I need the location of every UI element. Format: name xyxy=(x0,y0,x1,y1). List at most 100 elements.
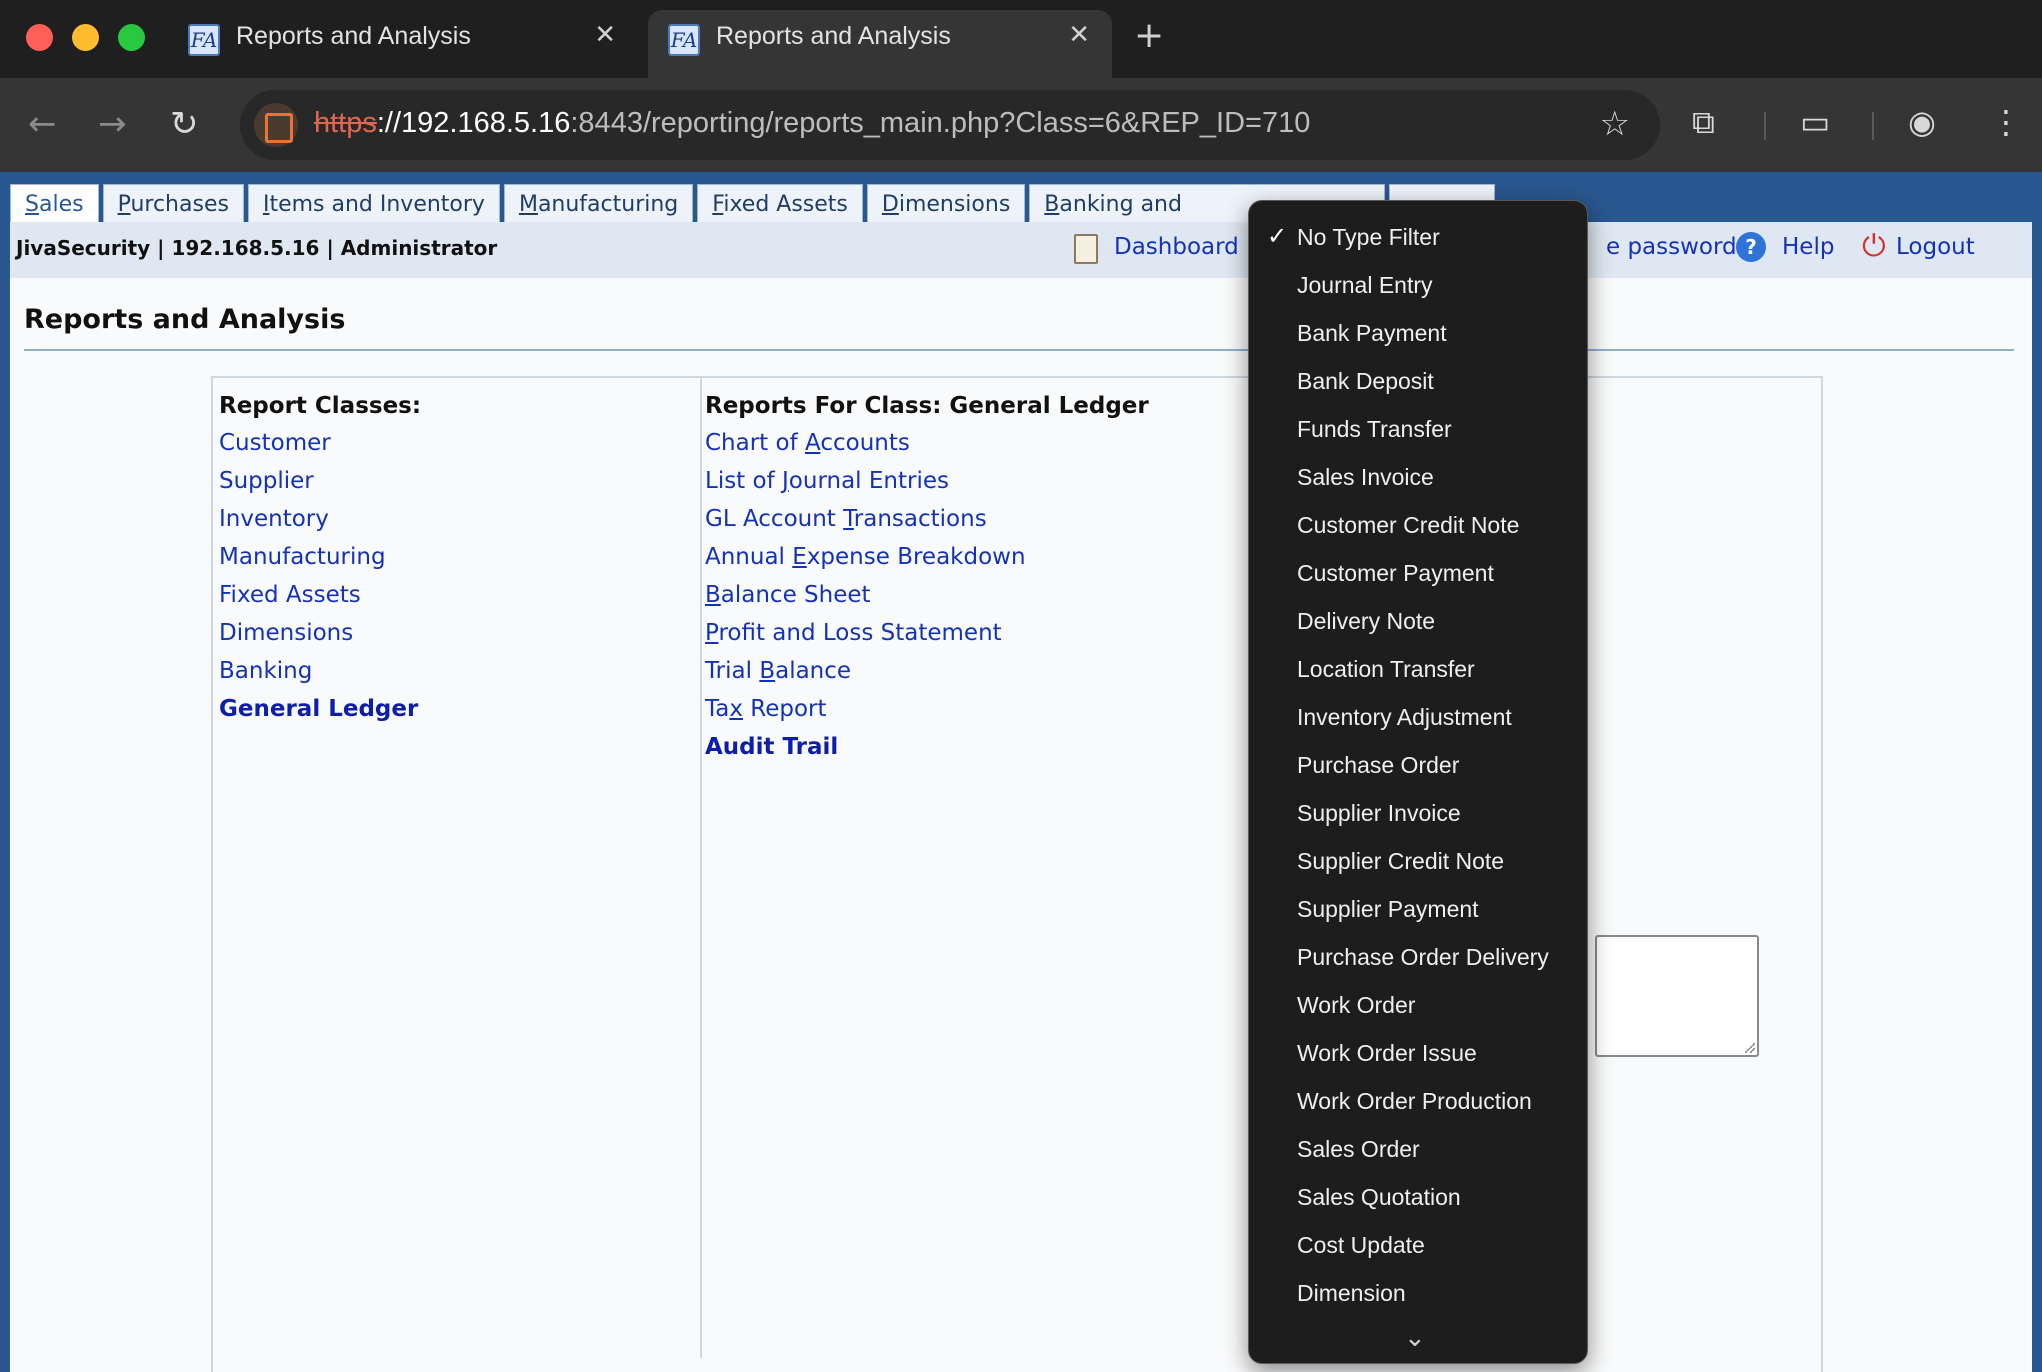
dropdown-option-label: Inventory Adjustment xyxy=(1297,704,1512,730)
dropdown-option-no-type-filter[interactable]: ✓ No Type Filter xyxy=(1249,213,1587,261)
dropdown-option-dimension[interactable]: Dimension xyxy=(1249,1269,1587,1317)
browser-tab-title: Reports and Analysis xyxy=(236,22,471,50)
browser-tab-title: Reports and Analysis xyxy=(716,22,951,50)
close-window-button[interactable] xyxy=(26,24,53,51)
dropdown-option-label: Work Order Production xyxy=(1297,1088,1532,1114)
dropdown-option-supplier-invoice[interactable]: Supplier Invoice xyxy=(1249,789,1587,837)
tab-dimensions[interactable]: Dimensions xyxy=(866,184,1026,224)
dropdown-option-bank-deposit[interactable]: Bank Deposit xyxy=(1249,357,1587,405)
maximize-window-button[interactable] xyxy=(118,24,145,51)
dashboard-link[interactable]: Dashboard xyxy=(1114,234,1239,260)
report-link-chart-of-accounts[interactable]: Chart of Accounts xyxy=(705,424,1149,462)
dropdown-option-supplier-payment[interactable]: Supplier Payment xyxy=(1249,885,1587,933)
dropdown-option-sales-invoice[interactable]: Sales Invoice xyxy=(1249,453,1587,501)
back-arrow-icon[interactable]: ← xyxy=(28,104,57,144)
reload-icon[interactable]: ↻ xyxy=(170,104,199,144)
dropdown-option-sales-quotation[interactable]: Sales Quotation xyxy=(1249,1173,1587,1221)
class-link-general-ledger[interactable]: General Ledger xyxy=(219,690,421,728)
frontaccounting-favicon-icon: FA xyxy=(668,24,700,56)
dropdown-option-sales-order[interactable]: Sales Order xyxy=(1249,1125,1587,1173)
dropdown-option-supplier-credit-note[interactable]: Supplier Credit Note xyxy=(1249,837,1587,885)
profile-avatar-icon[interactable]: ◉ xyxy=(1908,102,1936,142)
new-tab-plus-icon[interactable]: + xyxy=(1134,18,1164,54)
report-link-annual-expense-breakdown[interactable]: Annual Expense Breakdown xyxy=(705,538,1149,576)
user-info: JivaSecurity | 192.168.5.16 | Administra… xyxy=(16,236,498,260)
dropdown-option-label: Location Transfer xyxy=(1297,656,1475,682)
dropdown-option-location-transfer[interactable]: Location Transfer xyxy=(1249,645,1587,693)
dropdown-option-label: Work Order xyxy=(1297,992,1416,1018)
frontaccounting-favicon-icon: FA xyxy=(188,24,220,56)
column-divider xyxy=(700,378,702,1358)
report-link-tax-report[interactable]: Tax Report xyxy=(705,690,1149,728)
report-link-profit-and-loss-statement[interactable]: Profit and Loss Statement xyxy=(705,614,1149,652)
tab-sales[interactable]: Sales xyxy=(10,184,99,224)
comments-textarea[interactable] xyxy=(1595,935,1759,1057)
dropdown-option-label: Bank Deposit xyxy=(1297,368,1434,394)
help-icon[interactable]: ? xyxy=(1736,232,1766,262)
dropdown-option-purchase-order-delivery[interactable]: Purchase Order Delivery xyxy=(1249,933,1587,981)
main-content: Reports and Analysis Report Classes: Cus… xyxy=(10,278,2032,1372)
report-link-list-of-journal-entries[interactable]: List of Journal Entries xyxy=(705,462,1149,500)
browser-toolbar: ← → ↻ https://192.168.5.16:8443/reportin… xyxy=(0,78,2042,172)
tab-manufacturing[interactable]: Manufacturing xyxy=(503,184,694,224)
browser-tab-1[interactable]: FA Reports and Analysis ✕ xyxy=(168,10,638,78)
extensions-puzzle-icon[interactable]: ⧉ xyxy=(1692,102,1715,142)
dropdown-option-work-order[interactable]: Work Order xyxy=(1249,981,1587,1029)
dropdown-option-journal-entry[interactable]: Journal Entry xyxy=(1249,261,1587,309)
dropdown-option-bank-payment[interactable]: Bank Payment xyxy=(1249,309,1587,357)
tab-items-and-inventory[interactable]: Items and Inventory xyxy=(247,184,500,224)
help-link[interactable]: Help xyxy=(1782,234,1834,260)
dropdown-option-label: Sales Order xyxy=(1297,1136,1420,1162)
class-link-inventory[interactable]: Inventory xyxy=(219,500,421,538)
bookmark-star-icon[interactable]: ☆ xyxy=(1600,104,1630,144)
address-bar[interactable]: https://192.168.5.16:8443/reporting/repo… xyxy=(240,90,1660,160)
report-link-trial-balance[interactable]: Trial Balance xyxy=(705,652,1149,690)
report-link-audit-trail[interactable]: Audit Trail xyxy=(705,728,1149,766)
reports-heading: Reports For Class: General Ledger xyxy=(705,393,1149,419)
type-filter-dropdown[interactable]: ✓ No Type Filter Journal Entry Bank Payment… xyxy=(1248,200,1588,1364)
class-link-fixed-assets[interactable]: Fixed Assets xyxy=(219,576,421,614)
dropdown-option-work-order-production[interactable]: Work Order Production xyxy=(1249,1077,1587,1125)
class-link-customer[interactable]: Customer xyxy=(219,424,421,462)
class-link-banking[interactable]: Banking xyxy=(219,652,421,690)
toolbar-divider xyxy=(1764,112,1766,140)
browser-menu-kebab-icon[interactable]: ⋮ xyxy=(1990,102,2022,142)
toolbar-divider xyxy=(1872,112,1874,140)
tab-purchases[interactable]: Purchases xyxy=(102,184,244,224)
tab-fixed-assets[interactable]: Fixed Assets xyxy=(697,184,863,224)
user-bar: JivaSecurity | 192.168.5.16 | Administra… xyxy=(10,222,2032,278)
change-password-link[interactable]: e password xyxy=(1606,234,1737,260)
dropdown-option-work-order-issue[interactable]: Work Order Issue xyxy=(1249,1029,1587,1077)
not-secure-icon[interactable] xyxy=(254,103,298,147)
class-link-supplier[interactable]: Supplier xyxy=(219,462,421,500)
dropdown-option-label: No Type Filter xyxy=(1297,224,1440,250)
dropdown-option-inventory-adjustment[interactable]: Inventory Adjustment xyxy=(1249,693,1587,741)
dropdown-option-label: Customer Credit Note xyxy=(1297,512,1520,538)
dropdown-option-customer-credit-note[interactable]: Customer Credit Note xyxy=(1249,501,1587,549)
logout-link[interactable]: Logout xyxy=(1896,234,1975,260)
minimize-window-button[interactable] xyxy=(72,24,99,51)
browser-tab-2-active[interactable]: FA Reports and Analysis ✕ xyxy=(648,10,1112,78)
dropdown-option-label: Funds Transfer xyxy=(1297,416,1452,442)
report-link-balance-sheet[interactable]: Balance Sheet xyxy=(705,576,1149,614)
close-tab-icon[interactable]: ✕ xyxy=(1068,20,1090,50)
power-icon[interactable]: ⏻ xyxy=(1862,230,1886,264)
report-link-gl-account-transactions[interactable]: GL Account Transactions xyxy=(705,500,1149,538)
browser-titlebar: FA Reports and Analysis ✕ FA Reports and… xyxy=(0,0,2042,78)
class-link-dimensions[interactable]: Dimensions xyxy=(219,614,421,652)
dropdown-option-delivery-note[interactable]: Delivery Note xyxy=(1249,597,1587,645)
cast-search-icon[interactable]: ▭ xyxy=(1800,102,1830,142)
scroll-down-chevron-icon[interactable]: ⌄ xyxy=(1404,1323,1426,1353)
class-link-manufacturing[interactable]: Manufacturing xyxy=(219,538,421,576)
dashboard-icon[interactable] xyxy=(1074,234,1098,264)
dropdown-option-funds-transfer[interactable]: Funds Transfer xyxy=(1249,405,1587,453)
dropdown-option-cost-update[interactable]: Cost Update xyxy=(1249,1221,1587,1269)
url-text[interactable]: https://192.168.5.16:8443/reporting/repo… xyxy=(314,107,1310,140)
dropdown-option-label: Customer Payment xyxy=(1297,560,1494,586)
dropdown-option-label: Sales Invoice xyxy=(1297,464,1434,490)
forward-arrow-icon[interactable]: → xyxy=(98,104,127,144)
close-tab-icon[interactable]: ✕ xyxy=(594,20,616,50)
dropdown-option-label: Supplier Invoice xyxy=(1297,800,1461,826)
dropdown-option-customer-payment[interactable]: Customer Payment xyxy=(1249,549,1587,597)
dropdown-option-purchase-order[interactable]: Purchase Order xyxy=(1249,741,1587,789)
